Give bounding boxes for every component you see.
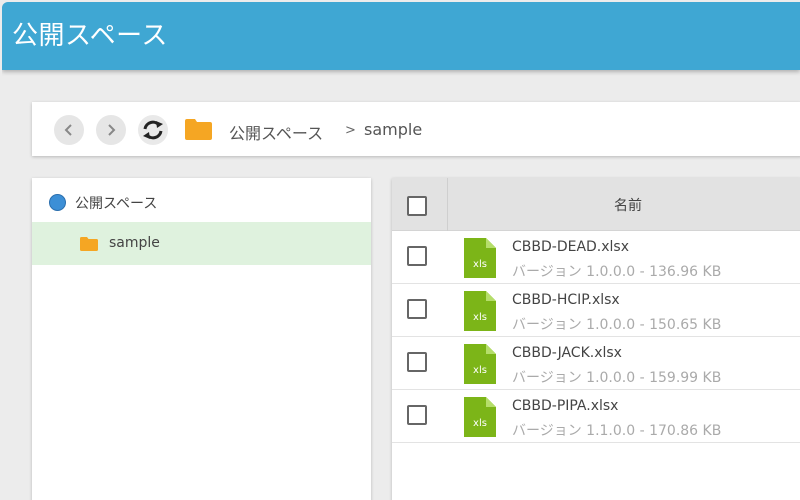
xls-icon-label: xls <box>473 259 487 270</box>
table-row[interactable]: xls CBBD-PIPA.xlsx バージョン 1.1.0.0 - 170.8… <box>392 390 800 443</box>
file-list: 名前 xls CBBD-DEAD.xlsx バージョン 1.0.0.0 - 13… <box>392 178 800 500</box>
navigation-toolbar: 公開スペース > sample <box>32 102 800 156</box>
xls-icon-label: xls <box>473 365 487 376</box>
breadcrumb-separator: > <box>345 123 356 138</box>
tree-item-root[interactable]: 公開スペース <box>32 178 371 222</box>
file-meta: バージョン 1.0.0.0 - 136.96 KB <box>512 264 722 280</box>
app-header: 公開スペース <box>2 2 800 70</box>
page-title: 公開スペース <box>12 21 168 51</box>
table-row[interactable]: xls CBBD-HCIP.xlsx バージョン 1.0.0.0 - 150.6… <box>392 284 800 337</box>
chevron-right-icon <box>108 124 116 136</box>
xls-file-icon: xls <box>464 291 496 331</box>
file-meta: バージョン 1.1.0.0 - 170.86 KB <box>512 423 722 439</box>
tree-item-label: sample <box>109 235 160 251</box>
table-row[interactable]: xls CBBD-DEAD.xlsx バージョン 1.0.0.0 - 136.9… <box>392 231 800 284</box>
back-button[interactable] <box>54 115 84 145</box>
file-meta: バージョン 1.0.0.0 - 150.65 KB <box>512 317 722 333</box>
xls-file-icon: xls <box>464 397 496 437</box>
file-meta: バージョン 1.0.0.0 - 159.99 KB <box>512 370 722 386</box>
row-checkbox[interactable] <box>407 352 427 372</box>
xls-icon-label: xls <box>473 418 487 429</box>
breadcrumb-current[interactable]: sample <box>364 120 422 139</box>
file-name[interactable]: CBBD-PIPA.xlsx <box>512 398 618 414</box>
folder-icon <box>80 237 98 251</box>
row-checkbox[interactable] <box>407 405 427 425</box>
row-checkbox[interactable] <box>407 246 427 266</box>
column-header-name[interactable]: 名前 <box>614 195 642 215</box>
folder-icon <box>185 119 212 140</box>
refresh-icon <box>143 120 163 140</box>
row-checkbox[interactable] <box>407 299 427 319</box>
xls-icon-label: xls <box>473 312 487 323</box>
xls-file-icon: xls <box>464 238 496 278</box>
chevron-left-icon <box>64 124 72 136</box>
select-all-checkbox[interactable] <box>407 196 427 216</box>
refresh-button[interactable] <box>138 115 168 145</box>
xls-file-icon: xls <box>464 344 496 384</box>
folder-tree: 公開スペース sample <box>32 178 371 500</box>
breadcrumb-root[interactable]: 公開スペース <box>229 120 323 144</box>
file-name[interactable]: CBBD-DEAD.xlsx <box>512 239 629 255</box>
tree-item-sample[interactable]: sample <box>32 222 371 265</box>
list-header: 名前 <box>392 178 800 231</box>
forward-button[interactable] <box>96 115 126 145</box>
tree-item-label: 公開スペース <box>75 196 158 212</box>
app-window: 公開スペース 公開スペース > sample 公開スペース sample 名前 … <box>2 2 800 500</box>
file-name[interactable]: CBBD-HCIP.xlsx <box>512 292 620 308</box>
globe-icon <box>49 194 66 211</box>
column-divider <box>447 178 448 231</box>
file-name[interactable]: CBBD-JACK.xlsx <box>512 345 622 361</box>
table-row[interactable]: xls CBBD-JACK.xlsx バージョン 1.0.0.0 - 159.9… <box>392 337 800 390</box>
